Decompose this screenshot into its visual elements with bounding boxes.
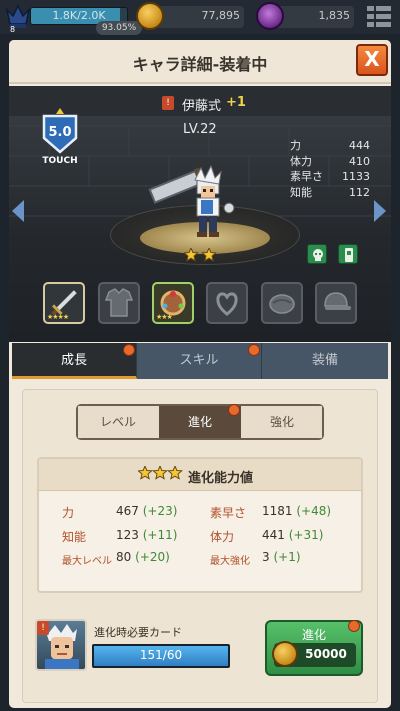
evo-stat-agility-value: 1181 (+48) bbox=[262, 504, 332, 518]
close-button[interactable]: X bbox=[356, 44, 388, 76]
evo-stat-max-enhance-value: 3 (+1) bbox=[262, 550, 301, 564]
stat-value: 444 bbox=[349, 139, 370, 152]
gem-value: 1,835 bbox=[318, 9, 351, 22]
evo-stat-stamina: 体力 bbox=[210, 530, 235, 544]
rank-number: 8 bbox=[10, 25, 16, 34]
stat-row: 知能 112 bbox=[290, 185, 370, 201]
portrait-alert-badge: ! bbox=[37, 621, 49, 635]
tab-skill[interactable]: スキル bbox=[137, 343, 262, 379]
subtab-level[interactable]: レベル bbox=[78, 406, 158, 438]
evo-stat-strength-value: 467 (+23) bbox=[116, 504, 178, 518]
evo-stat-intelligence: 知能 bbox=[62, 530, 87, 544]
rank-crown-icon[interactable] bbox=[4, 2, 32, 32]
gold-value: 77,895 bbox=[201, 9, 241, 22]
stat-row: 素早さ 1133 bbox=[290, 169, 370, 185]
hero-star-rating bbox=[184, 248, 217, 262]
equipment-slot-helmet[interactable] bbox=[315, 282, 357, 324]
evolution-star-rating bbox=[138, 466, 183, 480]
subtab-enhance[interactable]: 強化 bbox=[242, 406, 322, 438]
star-icon bbox=[201, 248, 217, 262]
equipment-slot-weapon[interactable]: ★★★★ bbox=[43, 282, 85, 324]
skull-button[interactable] bbox=[307, 244, 327, 264]
stat-value: 410 bbox=[349, 154, 370, 168]
equipment-star-rating: ★★★ bbox=[156, 313, 173, 321]
gold-coin-icon bbox=[136, 2, 164, 30]
evo-stat-strength: 力 bbox=[62, 506, 75, 520]
rank-shield-icon[interactable]: 5.0 bbox=[40, 108, 80, 154]
stat-label: 体力 bbox=[290, 154, 312, 168]
stat-row: 力 444 bbox=[290, 138, 370, 154]
stat-label: 知能 bbox=[290, 185, 312, 199]
next-hero-arrow-icon[interactable] bbox=[372, 198, 388, 224]
amulet-icon bbox=[208, 284, 246, 326]
equipment-star-rating: ★★★★ bbox=[47, 313, 69, 321]
gem-icon bbox=[256, 2, 284, 30]
evo-stat-agility: 素早さ bbox=[210, 506, 247, 520]
skull-icon bbox=[313, 249, 323, 261]
card-button[interactable] bbox=[338, 244, 358, 264]
dialog-title: キャラ詳細-装着中 bbox=[132, 55, 268, 74]
helmet-icon bbox=[317, 284, 355, 326]
evo-stat-max-level: 最大レベル bbox=[62, 556, 112, 567]
tab-growth[interactable]: 成長 bbox=[12, 343, 137, 379]
equipment-slot-armor[interactable] bbox=[98, 282, 140, 324]
required-cards-progress: 151/60 bbox=[139, 648, 183, 662]
rank-value: 5.0 bbox=[48, 125, 71, 140]
hero-stats: 力 444 体力 410 素早さ 1133 知能 112 bbox=[290, 138, 370, 200]
star-icon bbox=[152, 466, 168, 480]
stat-value: 1133 bbox=[342, 170, 370, 183]
stat-value: 112 bbox=[349, 185, 370, 199]
hero-sprite bbox=[148, 164, 235, 237]
card-icon bbox=[345, 248, 353, 262]
xp-percent: 93.05% bbox=[96, 21, 142, 35]
evo-stat-max-level-value: 80 (+20) bbox=[116, 550, 170, 564]
tab-equipment[interactable]: 装備 bbox=[262, 343, 388, 379]
notification-dot bbox=[248, 344, 260, 356]
star-icon bbox=[167, 466, 183, 480]
stat-row: 体力 410 bbox=[290, 154, 370, 170]
notification-dot bbox=[123, 344, 135, 356]
armor-icon bbox=[100, 284, 138, 326]
equipment-slot-boots[interactable] bbox=[261, 282, 303, 324]
hero-name: 伊藤式 bbox=[182, 99, 222, 114]
hero-alert-badge: ! bbox=[162, 96, 174, 110]
evolution-stats-title: 進化能力値 bbox=[188, 471, 254, 486]
equipment-slot-amulet[interactable] bbox=[206, 282, 248, 324]
evo-stat-intelligence-value: 123 (+11) bbox=[116, 528, 178, 542]
gold-coin-icon bbox=[272, 641, 298, 667]
stat-label: 力 bbox=[290, 139, 301, 152]
notification-dot bbox=[228, 404, 240, 416]
required-cards-label: 進化時必要カード bbox=[94, 626, 182, 639]
hero-plus-level: +1 bbox=[226, 95, 246, 110]
equipment-slot-accessory[interactable]: ★★★ bbox=[152, 282, 194, 324]
evolve-cost: 50000 bbox=[305, 647, 347, 661]
star-icon bbox=[138, 466, 153, 480]
evo-stat-max-enhance: 最大強化 bbox=[210, 556, 250, 567]
boots-icon bbox=[263, 284, 301, 326]
notification-dot bbox=[348, 620, 360, 632]
evo-stat-stamina-value: 441 (+31) bbox=[262, 528, 324, 542]
hero-level: LV.22 bbox=[183, 122, 217, 137]
rank-label: TOUCH bbox=[42, 156, 78, 166]
previous-hero-arrow-icon[interactable] bbox=[10, 198, 26, 224]
stat-label: 素早さ bbox=[290, 170, 323, 183]
menu-icon[interactable] bbox=[364, 2, 394, 32]
star-icon bbox=[184, 248, 199, 262]
